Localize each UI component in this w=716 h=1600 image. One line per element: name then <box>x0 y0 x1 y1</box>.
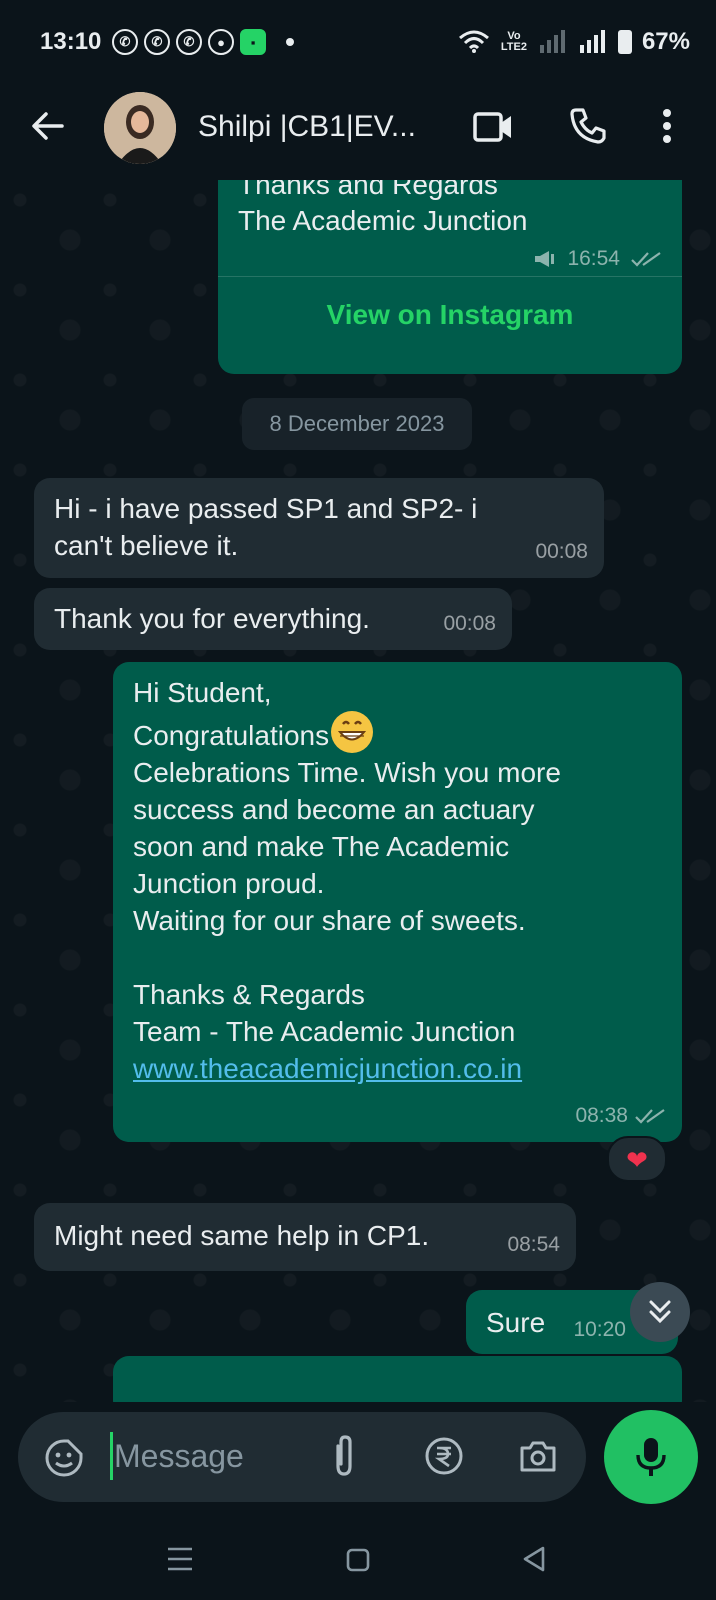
message-outgoing[interactable]: Hi Student, Congratulations Celebrations… <box>113 662 682 1142</box>
message-text: Congratulations <box>133 720 330 751</box>
double-chevron-down-icon <box>649 1300 671 1324</box>
text-cursor <box>110 1432 113 1480</box>
wifi-icon <box>458 30 489 53</box>
message-incoming[interactable]: Hi - i have passed SP1 and SP2- i can't … <box>34 478 604 578</box>
signal-icon-sim2 <box>539 30 565 53</box>
home-icon[interactable] <box>346 1548 370 1572</box>
message-outgoing-partial[interactable] <box>113 1356 682 1402</box>
message-text: success and become an actuary <box>133 794 535 825</box>
whatsapp-icon: ✆ <box>112 29 138 55</box>
battery-icon <box>617 30 632 54</box>
chat-header: Shilpi |CB1|EV... <box>0 80 716 180</box>
microphone-icon <box>636 1438 666 1476</box>
volte-label: Vo LTE2 <box>500 30 527 53</box>
nav-back-icon[interactable] <box>522 1546 546 1572</box>
message-incoming[interactable]: Might need same help in CP1. 08:54 <box>34 1203 576 1271</box>
message-text: can't believe it. <box>54 530 239 561</box>
message-outgoing[interactable]: Thanks and Regards The Academic Junction… <box>218 180 682 374</box>
status-time: 13:10 <box>40 28 102 55</box>
heart-reaction[interactable]: ❤ <box>607 1136 667 1182</box>
avatar-image <box>104 92 176 164</box>
message-time: 00:08 <box>535 540 588 563</box>
double-check-icon <box>631 251 661 267</box>
website-link[interactable]: www.theacademicjunction.co.in <box>133 1050 662 1087</box>
message-text: The Academic Junction <box>238 205 528 236</box>
more-options-icon[interactable] <box>662 108 672 144</box>
broadcast-icon <box>535 250 555 267</box>
chrome-icon: ● <box>208 29 234 55</box>
message-time: 16:54 <box>567 247 620 270</box>
message-meta: 16:54 <box>533 240 662 277</box>
payment-rupee-icon[interactable] <box>424 1436 464 1476</box>
sticker-emoji-icon[interactable] <box>44 1438 84 1478</box>
message-text: Celebrations Time. Wish you more <box>133 757 561 788</box>
attach-icon[interactable] <box>332 1434 356 1478</box>
contact-name[interactable]: Shilpi |CB1|EV... <box>198 110 416 144</box>
message-text: Junction proud. <box>133 868 325 899</box>
camera-icon[interactable] <box>518 1438 558 1474</box>
whatsapp-icon: ✆ <box>176 29 202 55</box>
message-text: Thanks and Regards <box>238 180 498 200</box>
message-time: 10:20 <box>573 1318 626 1341</box>
whatsapp-icon: ✆ <box>144 29 170 55</box>
status-bar: 13:10 ✆ ✆ ✆ ● ▪ Vo LTE2 67% <box>0 0 716 80</box>
divider <box>218 276 682 277</box>
system-navigation-bar <box>0 1520 716 1600</box>
message-composer <box>18 1412 586 1502</box>
message-line-with-emoji: Congratulations <box>133 711 662 754</box>
message-time: 00:08 <box>443 612 496 635</box>
message-text: Might need same help in CP1. <box>54 1220 430 1251</box>
message-incoming[interactable]: Thank you for everything. 00:08 <box>34 588 512 650</box>
voice-message-button[interactable] <box>604 1410 698 1504</box>
grinning-emoji-icon <box>331 711 374 753</box>
video-call-icon[interactable] <box>472 110 514 144</box>
message-time: 08:54 <box>507 1233 560 1256</box>
recent-apps-icon[interactable] <box>166 1546 194 1572</box>
back-arrow-icon[interactable] <box>30 108 66 144</box>
message-text: Waiting for our share of sweets. <box>133 905 526 936</box>
message-list[interactable]: Thanks and Regards The Academic Junction… <box>0 180 716 1402</box>
message-text: Sure <box>486 1307 546 1338</box>
message-meta: 08:38 <box>575 1097 666 1134</box>
date-divider: 8 December 2023 <box>242 398 472 450</box>
message-text: Team - The Academic Junction <box>133 1016 516 1047</box>
message-text: Thank you for everything. <box>54 603 370 634</box>
app-icon: ▪ <box>240 29 266 55</box>
contact-avatar[interactable] <box>104 92 176 164</box>
battery-percent: 67% <box>641 28 690 55</box>
message-text: Hi Student, <box>133 677 272 708</box>
message-text: Thanks & Regards <box>133 979 365 1010</box>
message-text: soon and make The Academic <box>133 831 510 862</box>
system-status: Vo LTE2 67% <box>458 26 690 58</box>
signal-icon-sim1 <box>579 30 605 53</box>
voice-call-icon[interactable] <box>568 106 608 146</box>
double-check-icon <box>635 1108 665 1124</box>
more-notifications-dot <box>286 38 294 46</box>
view-on-instagram-button[interactable]: View on Instagram <box>218 296 682 333</box>
scroll-to-bottom-button[interactable] <box>630 1282 690 1342</box>
message-input[interactable] <box>114 1432 304 1480</box>
message-text: Hi - i have passed SP1 and SP2- i <box>54 493 478 524</box>
message-time: 08:38 <box>575 1104 628 1127</box>
notification-icons: ✆ ✆ ✆ ● ▪ <box>112 28 294 56</box>
